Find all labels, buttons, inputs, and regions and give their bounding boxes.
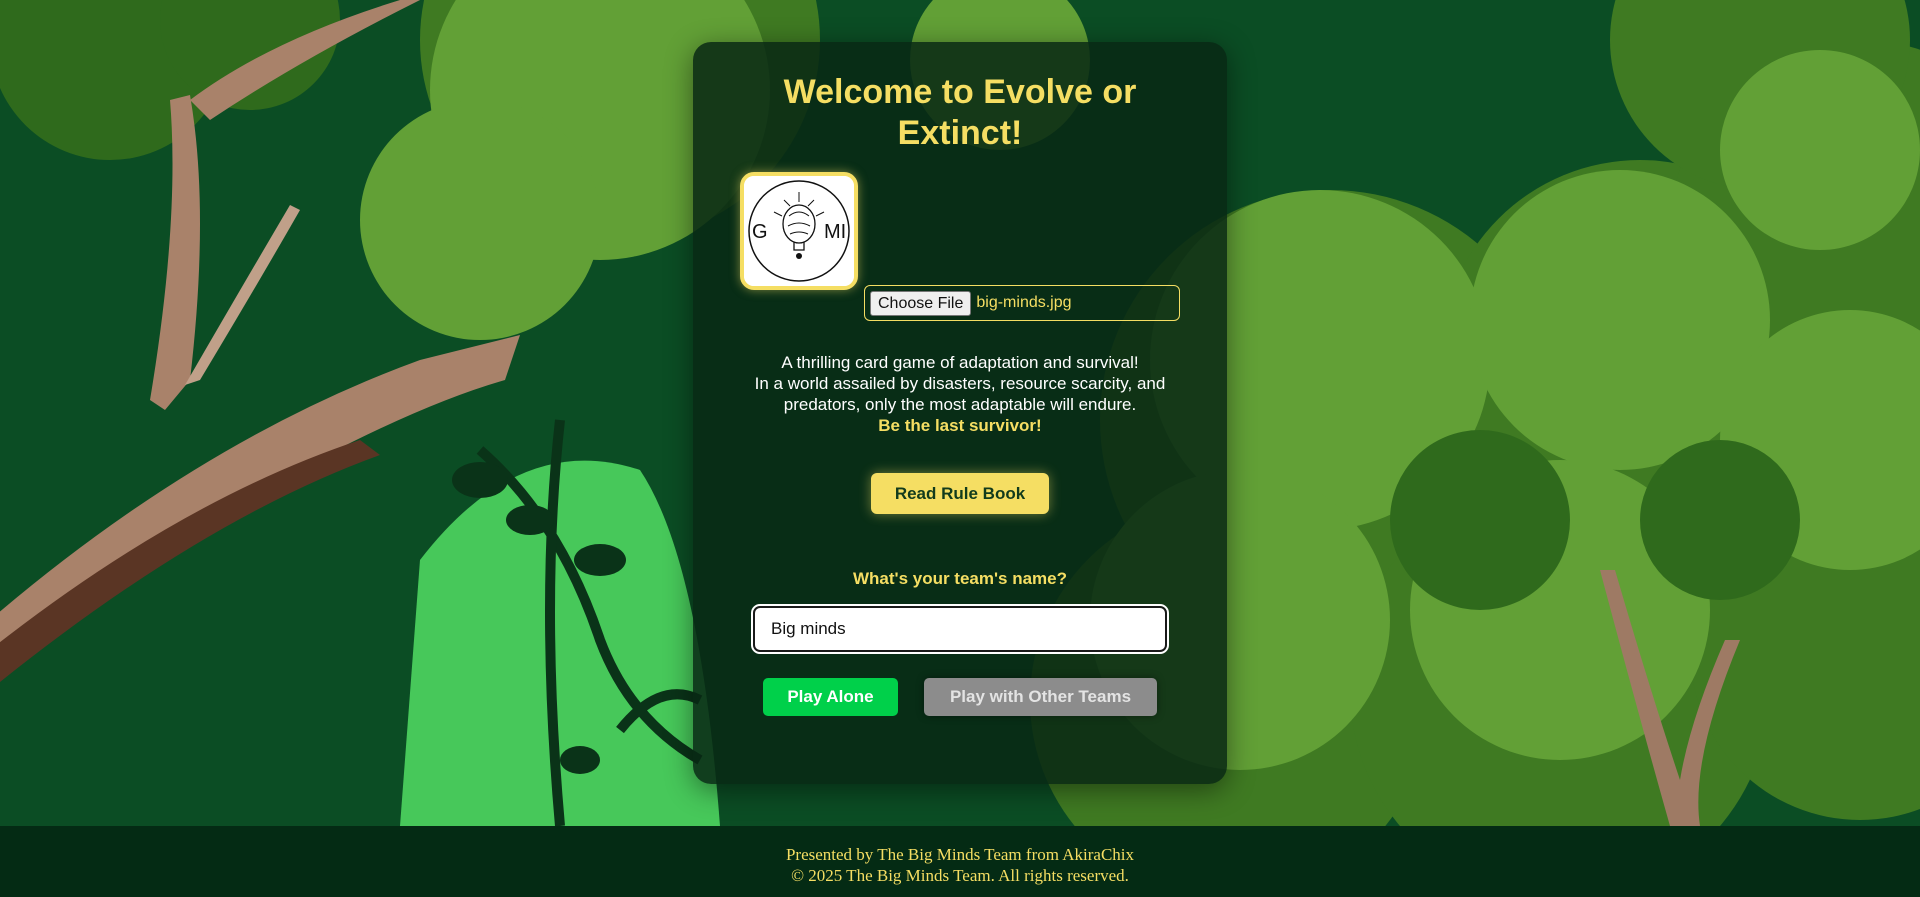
welcome-card: Welcome to Evolve or Extinct! G MI Choos… [693,42,1227,784]
page-footer: Presented by The Big Minds Team from Aki… [0,826,1920,897]
description-line-2: In a world assailed by disasters, resour… [754,374,1166,414]
description-line-1: A thrilling card game of adaptation and … [781,353,1139,372]
team-logo: G MI [740,172,858,290]
footer-copyright: © 2025 The Big Minds Team. All rights re… [791,866,1129,885]
page-title: Welcome to Evolve or Extinct! [783,73,1137,152]
read-rule-book-button[interactable]: Read Rule Book [871,473,1049,514]
svg-text:G: G [752,221,768,243]
selected-file-name: big-minds.jpg [976,294,1072,311]
play-alone-button[interactable]: Play Alone [763,678,898,716]
team-name-prompt: What's your team's name? [852,569,1068,588]
choose-file-button[interactable]: Choose File [870,290,972,316]
big-minds-logo: G MI [744,176,854,286]
footer-credits: Presented by The Big Minds Team from Aki… [785,845,1135,864]
svg-text:MI: MI [824,221,846,243]
play-with-other-teams-button[interactable]: Play with Other Teams [924,678,1157,716]
logo-file-input[interactable]: Choose File big-minds.jpg [864,285,1180,321]
game-description: A thrilling card game of adaptation and … [693,352,1227,436]
team-name-input[interactable] [751,604,1169,654]
description-tagline: Be the last survivor! [878,416,1042,435]
